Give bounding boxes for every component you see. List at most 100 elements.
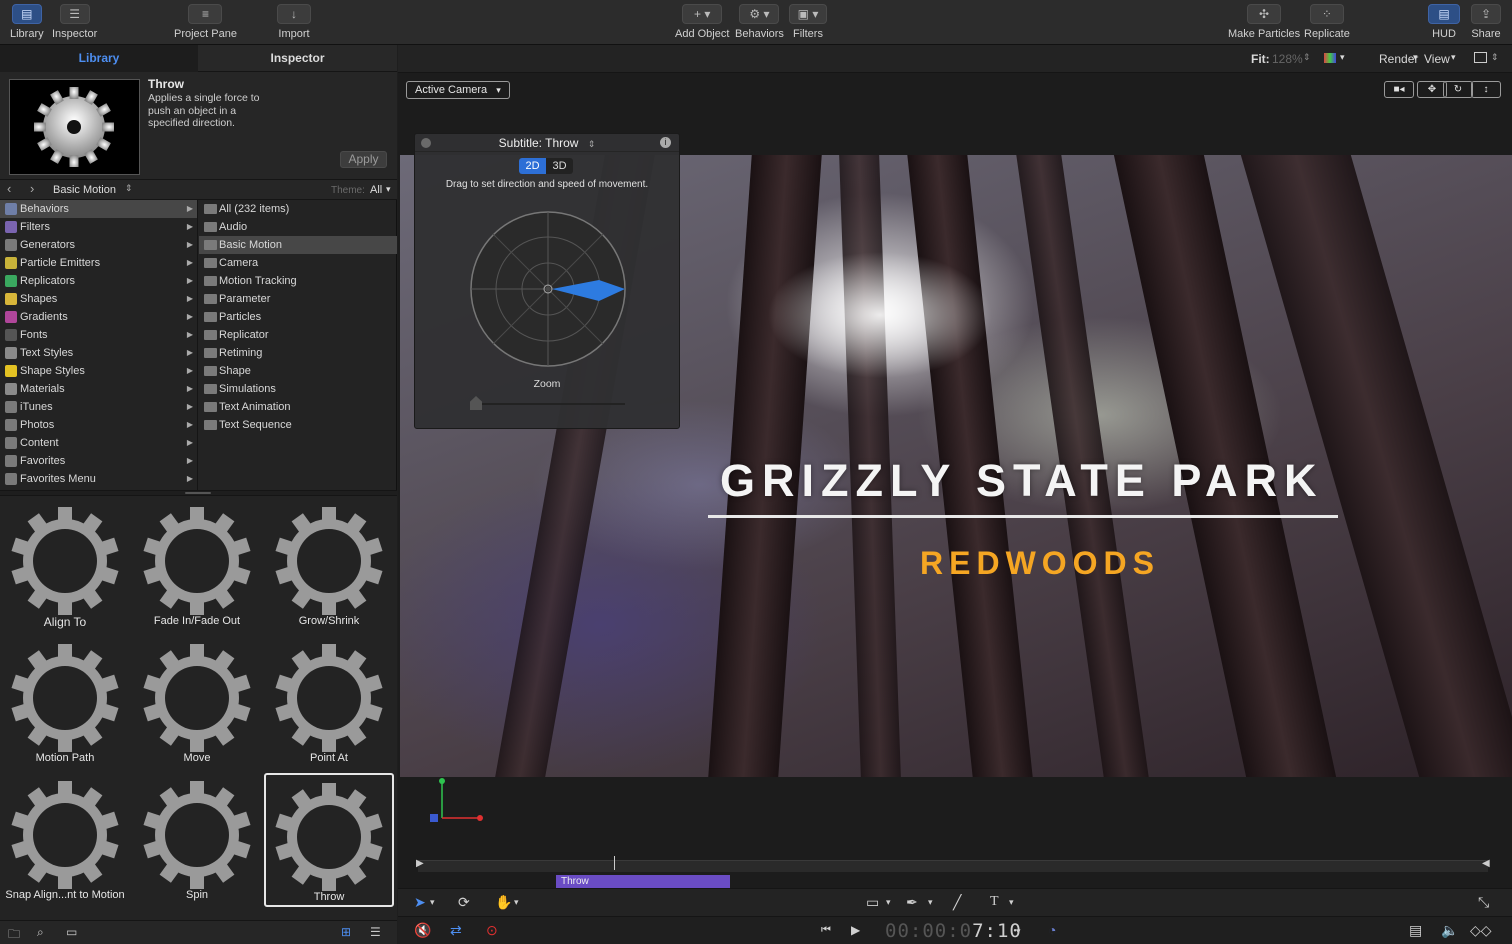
subcategory-item[interactable]: Replicator (199, 326, 397, 344)
hud-button[interactable]: ▤ HUD (1428, 4, 1460, 40)
category-item[interactable]: Particle Emitters ▶ (0, 254, 197, 272)
category-item[interactable]: Shapes ▶ (0, 290, 197, 308)
preview-toggle-icon[interactable]: ▭ (66, 925, 77, 939)
subcategory-item[interactable]: Particles (199, 308, 397, 326)
record-icon[interactable]: ⊙ (486, 922, 498, 939)
channels-icon[interactable] (1324, 53, 1336, 63)
category-item[interactable]: iTunes ▶ (0, 398, 197, 416)
project-pane-button[interactable]: ≡ Project Pane (174, 4, 237, 40)
paint-stroke-tool-icon[interactable]: ╱ (953, 894, 961, 911)
timeline-toggle-icon[interactable]: ▤ (1409, 922, 1422, 939)
filters-button[interactable]: ▣ ▾ Filters (789, 4, 827, 40)
hud-close-button[interactable] (421, 138, 431, 148)
camera-icon[interactable]: ■◂ (1384, 81, 1414, 98)
go-to-start-icon[interactable]: ⏮ (821, 924, 831, 937)
canvas-viewer[interactable]: Active Camera ▾ ■◂ ✥ ↻ ↕ GRIZZLY STATE P… (398, 73, 1512, 778)
behavior-tile[interactable]: Snap Align...nt to Motion (0, 773, 130, 907)
subcategory-item[interactable]: Motion Tracking (199, 272, 397, 290)
select-tool-icon[interactable]: ➤ (414, 894, 426, 911)
view-menu[interactable]: View (1424, 52, 1450, 66)
category-item[interactable]: Gradients ▶ (0, 308, 197, 326)
play-range-start-icon[interactable]: ▶ (416, 858, 424, 869)
zoom-slider-track[interactable] (473, 403, 625, 405)
category-item[interactable]: Generators ▶ (0, 236, 197, 254)
mode-3d-button[interactable]: 3D (546, 158, 573, 174)
orbit-tool-icon[interactable]: ⟳ (458, 894, 470, 911)
search-icon[interactable]: ⌕ (37, 925, 44, 940)
behavior-tile[interactable]: Spin (132, 773, 262, 907)
keyframe-editor-icon[interactable]: ◇◇ (1470, 922, 1492, 939)
shape-tool-icon[interactable]: ▭ (866, 894, 879, 911)
loop-icon[interactable]: ⇄ (450, 922, 462, 939)
behavior-tile[interactable]: Move (132, 636, 262, 770)
subcategory-item[interactable]: Text Sequence (199, 416, 397, 434)
subcategory-item[interactable]: Audio (199, 218, 397, 236)
make-particles-button[interactable]: ✣ Make Particles (1228, 4, 1300, 40)
play-range-end-icon[interactable]: ◀ (1482, 858, 1490, 869)
subcategory-item[interactable]: Shape (199, 362, 397, 380)
dolly-icon[interactable]: ↕ (1471, 81, 1501, 98)
timecode-display[interactable]: 00:00:07:10 (885, 920, 1022, 942)
list-view-icon[interactable]: ☰ (370, 925, 381, 939)
behaviors-button[interactable]: ⚙ ▾ Behaviors (735, 4, 784, 40)
category-item[interactable]: Favorites ▶ (0, 452, 197, 470)
behavior-tile[interactable]: Throw (264, 773, 394, 907)
playhead[interactable] (614, 856, 615, 870)
behavior-tile[interactable]: Point At (264, 636, 394, 770)
timing-icon[interactable]: ◔ (1048, 922, 1056, 938)
behavior-tile[interactable]: Motion Path (0, 636, 130, 770)
text-tool-icon[interactable]: T (990, 894, 999, 910)
play-button-icon[interactable]: ▶ (851, 923, 860, 937)
direction-dial[interactable] (469, 210, 627, 368)
subcategory-item[interactable]: Retiming (199, 344, 397, 362)
back-button[interactable]: ‹ (7, 181, 11, 196)
category-item[interactable]: Content ▶ (0, 434, 197, 452)
category-item[interactable]: Shape Styles ▶ (0, 362, 197, 380)
category-item[interactable]: Favorites Menu ▶ (0, 470, 197, 488)
category-item[interactable]: Behaviors ▶ (0, 200, 197, 218)
grid-view-icon[interactable]: ⊞ (341, 925, 351, 939)
inspector-button[interactable]: ☰ Inspector (52, 4, 97, 40)
audio-mute-icon[interactable]: 🔇 (414, 922, 431, 939)
library-button[interactable]: ▤ Library (10, 4, 44, 40)
zoom-slider-thumb[interactable] (470, 396, 482, 410)
subcategory-item[interactable]: Simulations (199, 380, 397, 398)
orbit-icon[interactable]: ↻ (1443, 81, 1473, 98)
zoom-popup[interactable]: 128% (1272, 52, 1303, 66)
timeline-ruler[interactable] (418, 860, 1488, 872)
subcategory-item[interactable]: Parameter (199, 290, 397, 308)
add-object-button[interactable]: + ▾ Add Object (675, 4, 729, 40)
tab-library[interactable]: Library (0, 45, 198, 72)
category-item[interactable]: Photos ▶ (0, 416, 197, 434)
behavior-tile[interactable]: Fade In/Fade Out (132, 499, 262, 633)
category-item[interactable]: Fonts ▶ (0, 326, 197, 344)
audio-timeline-icon[interactable]: 🔈 (1441, 922, 1458, 939)
expand-icon[interactable]: ⤡ (1478, 894, 1489, 911)
tab-inspector[interactable]: Inspector (198, 45, 397, 72)
layout-icon[interactable] (1474, 52, 1487, 63)
subcategory-item[interactable]: Camera (199, 254, 397, 272)
mode-2d-button[interactable]: 2D (519, 158, 546, 174)
folder-icon[interactable]: 🗀 (8, 925, 20, 944)
category-item[interactable]: Text Styles ▶ (0, 344, 197, 362)
folder-popup[interactable]: Basic Motion (53, 184, 116, 196)
category-item[interactable]: Replicators ▶ (0, 272, 197, 290)
subcategory-item[interactable]: Basic Motion (199, 236, 397, 254)
apply-button[interactable]: Apply (340, 151, 387, 168)
bezier-tool-icon[interactable]: ✒ (906, 894, 918, 911)
subcategory-item[interactable]: Text Animation (199, 398, 397, 416)
category-item[interactable]: Filters ▶ (0, 218, 197, 236)
behavior-tile[interactable]: Align To (0, 499, 130, 633)
subcategory-item[interactable]: All (232 items) (199, 200, 397, 218)
info-icon[interactable]: i (660, 137, 671, 148)
active-camera-popup[interactable]: Active Camera ▾ (406, 81, 510, 99)
forward-button[interactable]: › (30, 181, 34, 196)
theme-popup[interactable]: All (370, 184, 382, 196)
behavior-tile[interactable]: Grow/Shrink (264, 499, 394, 633)
share-button[interactable]: ⇪ Share (1471, 4, 1501, 40)
category-item[interactable]: Materials ▶ (0, 380, 197, 398)
replicate-button[interactable]: ⁘ Replicate (1304, 4, 1350, 40)
import-button[interactable]: ↓ Import (277, 4, 311, 40)
timeline-clip[interactable]: Throw (556, 875, 730, 889)
pan-tool-icon[interactable]: ✋ (495, 894, 512, 911)
